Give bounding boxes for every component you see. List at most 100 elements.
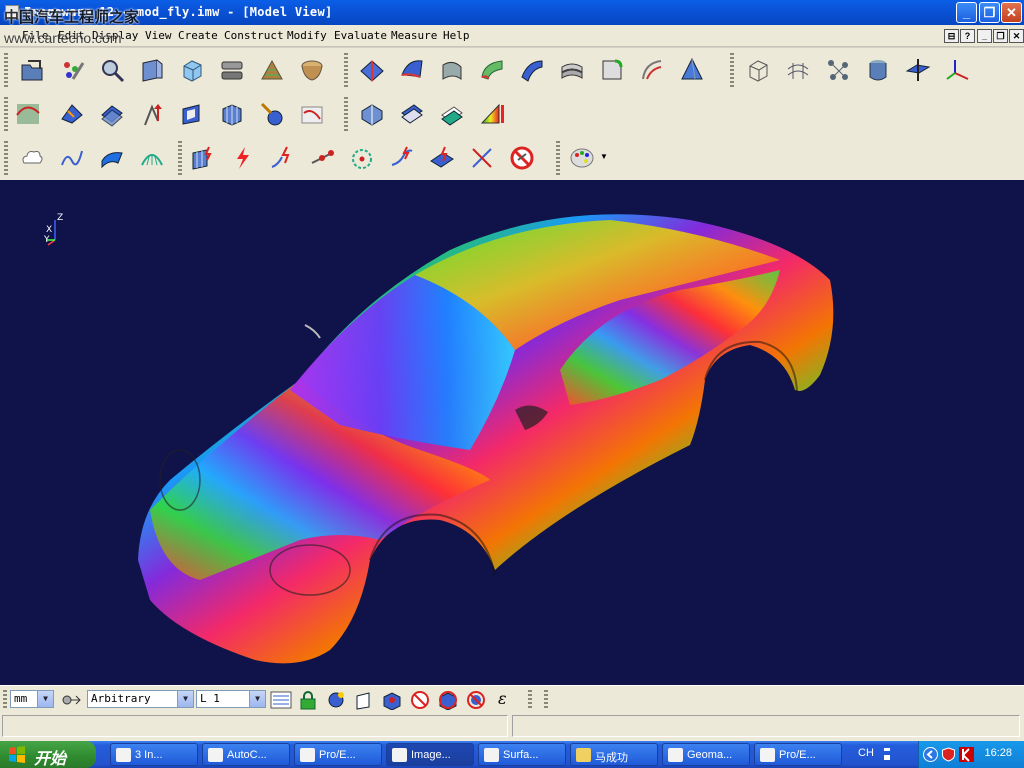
menu-create[interactable]: Create — [178, 29, 218, 42]
curve-on-surface-icon[interactable] — [634, 52, 668, 86]
taskbar-item[interactable]: 3 In... — [110, 743, 198, 766]
sample-points-icon[interactable] — [54, 52, 88, 86]
grid-lightning-icon[interactable] — [184, 140, 218, 174]
vector-arrows-icon[interactable] — [134, 96, 168, 130]
toolbar-grip[interactable] — [544, 690, 548, 708]
frame-window-icon[interactable] — [174, 96, 208, 130]
menu-view[interactable]: View — [145, 29, 172, 42]
title-bar[interactable]: Imageware 12 - mod_fly.imw - [Model View… — [0, 0, 1024, 25]
box-select-icon[interactable] — [381, 690, 403, 710]
menu-modify[interactable]: Modify — [287, 29, 327, 42]
arc-fan-icon[interactable] — [134, 140, 168, 174]
display-mode-icon[interactable] — [214, 52, 248, 86]
mdi-close-icon[interactable]: ✕ — [1009, 29, 1024, 43]
toolbar-grip[interactable] — [3, 690, 7, 708]
minimize-button[interactable]: _ — [956, 2, 977, 23]
no-entry-icon[interactable] — [504, 140, 538, 174]
chevron-down-icon[interactable]: ▼ — [177, 691, 193, 707]
mdi-help-icon[interactable]: ? — [960, 29, 975, 43]
menu-help[interactable]: Help — [443, 29, 470, 42]
input-method-icon[interactable] — [880, 746, 894, 762]
surface-fillet-icon[interactable] — [594, 52, 628, 86]
toolbar-grip[interactable] — [344, 97, 348, 131]
start-button[interactable]: 开始 — [0, 741, 96, 768]
clock[interactable]: 16:28 — [984, 747, 1012, 759]
free-curve-icon[interactable] — [54, 140, 88, 174]
wire-frame-icon[interactable] — [780, 52, 814, 86]
taskbar-item[interactable]: 马成功 — [570, 743, 658, 766]
sphere-pick-icon[interactable] — [254, 96, 288, 130]
taskbar-item[interactable]: Surfa... — [478, 743, 566, 766]
cylinder-solid-icon[interactable] — [860, 52, 894, 86]
mdi-restore-icon[interactable]: ❐ — [993, 29, 1008, 43]
toolbar-grip[interactable] — [344, 53, 348, 87]
mesh-shell-icon[interactable] — [294, 52, 328, 86]
language-indicator[interactable]: CH — [858, 747, 874, 759]
section-plane-icon[interactable] — [900, 52, 934, 86]
toolbar-grip[interactable] — [4, 141, 8, 175]
lock-icon[interactable] — [297, 690, 319, 710]
surface-patch-icon[interactable] — [354, 96, 388, 130]
mdi-minimize-icon[interactable]: _ — [977, 29, 992, 43]
lightning-icon[interactable] — [224, 140, 258, 174]
no-box-icon[interactable] — [437, 690, 459, 710]
surface-align-icon[interactable] — [424, 140, 458, 174]
menu-evaluate[interactable]: Evaluate — [334, 29, 387, 42]
curve-lightning-icon[interactable] — [264, 140, 298, 174]
open-file-icon[interactable] — [14, 52, 48, 86]
point-link-icon[interactable] — [304, 140, 338, 174]
grid-box-icon[interactable] — [214, 96, 248, 130]
zoom-probe-icon[interactable] — [94, 52, 128, 86]
surface-flat-icon[interactable] — [434, 96, 468, 130]
surface-stack-icon[interactable] — [94, 96, 128, 130]
toolbar-grip[interactable] — [528, 690, 532, 708]
menu-construct[interactable]: Construct — [224, 29, 284, 42]
bounding-box-icon[interactable] — [740, 52, 774, 86]
shield-icon[interactable] — [941, 747, 956, 762]
palette-dropdown-icon[interactable]: ▼ — [600, 152, 608, 161]
units-select[interactable]: mm ▼ — [10, 690, 54, 708]
antivirus-icon[interactable] — [959, 747, 974, 762]
chevron-down-icon[interactable]: ▼ — [249, 691, 265, 707]
surface-patch-blue-icon[interactable] — [94, 140, 128, 174]
toolbar-grip[interactable] — [730, 53, 734, 87]
plane-select-icon[interactable] — [353, 690, 375, 710]
no-select-icon[interactable] — [409, 690, 431, 710]
restore-button[interactable]: ❐ — [979, 2, 1000, 23]
taskbar-item[interactable]: Pro/E... — [294, 743, 382, 766]
epsilon-tolerance-button[interactable]: ε — [498, 689, 507, 708]
curve-align-icon[interactable] — [384, 140, 418, 174]
node-graph-icon[interactable] — [820, 52, 854, 86]
curve-shade-icon[interactable] — [10, 96, 44, 130]
toolbar-grip[interactable] — [4, 53, 8, 87]
surface-blend-icon[interactable] — [474, 52, 508, 86]
circle-points-icon[interactable] — [344, 140, 378, 174]
no-sphere-icon[interactable] — [465, 690, 487, 710]
view-direction-icon[interactable] — [60, 690, 82, 710]
taskbar-item[interactable]: AutoC... — [202, 743, 290, 766]
tray-expand-icon[interactable] — [923, 747, 938, 762]
menu-measure[interactable]: Measure — [391, 29, 437, 42]
layer-select[interactable]: L 1 ▼ — [196, 690, 266, 708]
taskbar-item-active[interactable]: Image... — [386, 743, 474, 766]
model-viewport[interactable]: Z X Y — [0, 180, 1024, 685]
surface-twist-icon[interactable] — [394, 52, 428, 86]
chevron-down-icon[interactable]: ▼ — [37, 691, 53, 707]
box-view-icon[interactable] — [174, 52, 208, 86]
surface-offset-icon[interactable] — [554, 52, 588, 86]
taskbar-item[interactable]: Pro/E... — [754, 743, 842, 766]
surface-trim-icon[interactable] — [54, 96, 88, 130]
close-button[interactable]: ✕ — [1001, 2, 1022, 23]
toolbar-grip[interactable] — [178, 141, 182, 175]
surface-layers-icon[interactable] — [394, 96, 428, 130]
coordinate-axes-icon[interactable] — [940, 52, 974, 86]
sphere-select-icon[interactable] — [325, 690, 347, 710]
surface-sweep-icon[interactable] — [434, 52, 468, 86]
color-map-icon[interactable] — [474, 96, 508, 130]
toolbar-grip[interactable] — [556, 141, 560, 175]
cloud-points-icon[interactable] — [14, 140, 48, 174]
layer-manager-icon[interactable] — [270, 690, 292, 710]
cone-solid-icon[interactable] — [674, 52, 708, 86]
check-curve-icon[interactable] — [294, 96, 328, 130]
taskbar-item[interactable]: Geoma... — [662, 743, 750, 766]
